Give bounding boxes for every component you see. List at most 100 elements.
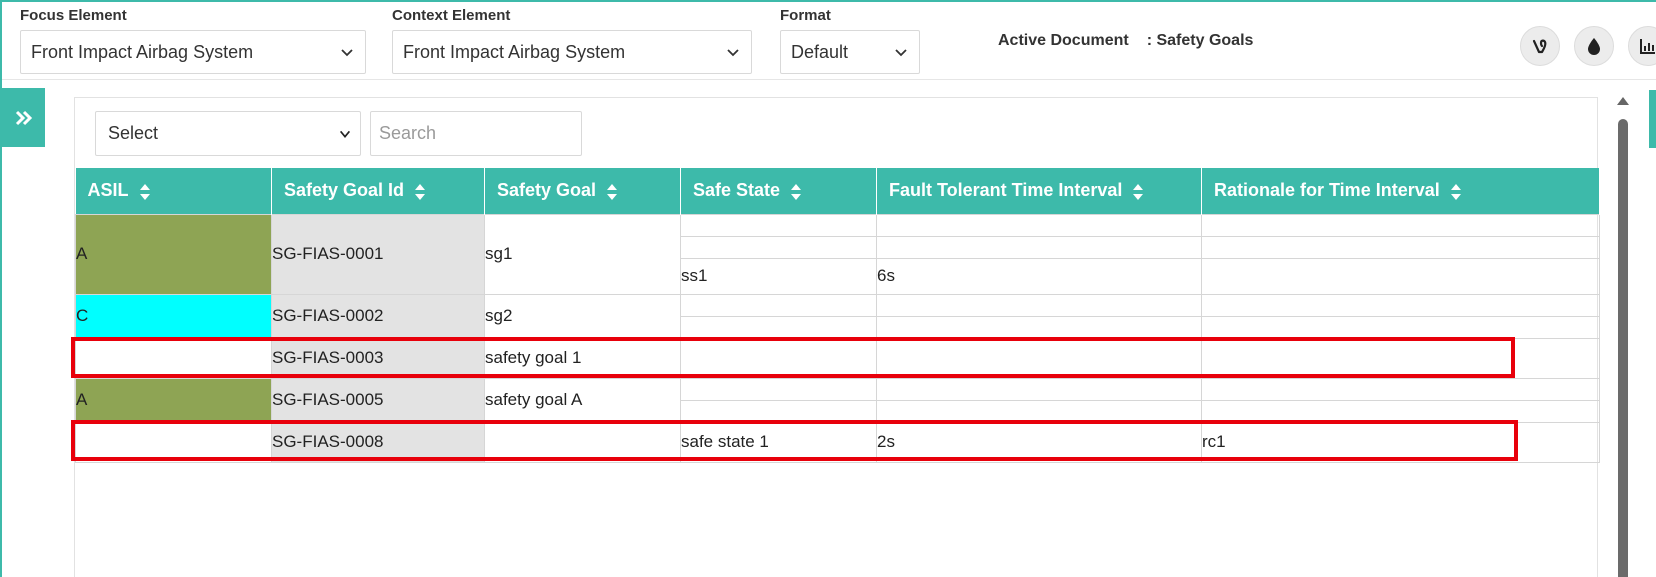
rationale-cell[interactable] bbox=[1201, 399, 1600, 423]
context-element-label: Context Element bbox=[392, 7, 511, 24]
safety-goal-cell[interactable]: safety goal 1 bbox=[484, 337, 681, 379]
bar-chart-icon bbox=[1640, 39, 1655, 54]
focus-element-field: Focus Element Front Impact Airbag System bbox=[20, 6, 366, 74]
active-document-label: Active Document bbox=[998, 32, 1129, 49]
asil-cell[interactable] bbox=[75, 421, 272, 463]
format-label: Format bbox=[780, 7, 831, 24]
safety-goal-id-cell[interactable]: SG-FIAS-0003 bbox=[271, 337, 485, 379]
format-select[interactable]: Default bbox=[780, 30, 920, 74]
ftti-cell[interactable] bbox=[876, 399, 1202, 423]
scroll-up-icon[interactable] bbox=[1617, 97, 1629, 105]
column-header-label: Safe State bbox=[693, 180, 781, 201]
sort-icon[interactable] bbox=[139, 183, 151, 201]
chevron-down-icon bbox=[339, 130, 351, 138]
table-row[interactable]: C SG-FIAS-0002 sg2 bbox=[75, 293, 1600, 339]
safety-goal-cell[interactable]: sg2 bbox=[484, 293, 681, 339]
vertical-scrollbar[interactable] bbox=[1616, 97, 1630, 577]
rationale-cell[interactable] bbox=[1201, 235, 1600, 259]
table-header-row: ASIL Safety Goal Id Safety Goal Safe State F… bbox=[75, 168, 1600, 214]
rationale-cell[interactable] bbox=[1201, 213, 1600, 237]
safe-state-cell[interactable] bbox=[680, 315, 877, 339]
rationale-cell[interactable] bbox=[1201, 337, 1600, 379]
safety-goal-id-cell[interactable]: SG-FIAS-0005 bbox=[271, 377, 485, 423]
rationale-cell[interactable] bbox=[1201, 257, 1600, 295]
asil-cell[interactable]: A bbox=[75, 213, 272, 295]
column-header[interactable]: Safety Goal bbox=[484, 168, 681, 214]
scroll-thumb[interactable] bbox=[1618, 119, 1628, 577]
safe-state-cell[interactable] bbox=[680, 337, 877, 379]
ftti-cell[interactable]: 2s bbox=[876, 421, 1202, 463]
rationale-cell[interactable] bbox=[1201, 315, 1600, 339]
column-header-label: ASIL bbox=[87, 180, 129, 201]
ftti-cell[interactable] bbox=[876, 235, 1202, 259]
asil-cell[interactable] bbox=[75, 337, 272, 379]
ftti-cell[interactable] bbox=[876, 337, 1202, 379]
format-value: Default bbox=[791, 41, 849, 62]
column-header[interactable]: Safe State bbox=[680, 168, 877, 214]
filter-select[interactable]: Select bbox=[95, 111, 361, 156]
safety-goal-cell[interactable]: sg1 bbox=[484, 213, 681, 295]
ftti-cell[interactable] bbox=[876, 377, 1202, 401]
sidebar-expand-button[interactable] bbox=[2, 88, 45, 147]
ftti-cell[interactable]: 6s bbox=[876, 257, 1202, 295]
safety-goal-id-cell[interactable]: SG-FIAS-0008 bbox=[271, 421, 485, 463]
safety-goal-id-cell[interactable]: SG-FIAS-0002 bbox=[271, 293, 485, 339]
table-row[interactable]: A SG-FIAS-0001 sg1 bbox=[75, 213, 1600, 295]
vine-button[interactable] bbox=[1520, 26, 1560, 66]
rationale-cell[interactable] bbox=[1201, 377, 1600, 401]
focus-element-label: Focus Element bbox=[20, 7, 127, 24]
column-header[interactable]: Fault Tolerant Time Interval bbox=[876, 168, 1202, 214]
safe-state-cell[interactable] bbox=[680, 377, 877, 401]
sort-icon[interactable] bbox=[606, 183, 618, 201]
rationale-cell[interactable] bbox=[1201, 293, 1600, 317]
safe-state-cell[interactable]: safe state 1 bbox=[680, 421, 877, 463]
safety-goal-cell[interactable]: safety goal A bbox=[484, 377, 681, 423]
column-header-label: Fault Tolerant Time Interval bbox=[889, 180, 1123, 201]
sort-icon[interactable] bbox=[1132, 183, 1144, 201]
column-header-label: Safety Goal bbox=[497, 180, 597, 201]
safety-goal-id-cell[interactable]: SG-FIAS-0001 bbox=[271, 213, 485, 295]
bar-chart-button[interactable] bbox=[1628, 26, 1656, 66]
sort-icon[interactable] bbox=[414, 183, 426, 201]
column-header-label: Rationale for Time Interval bbox=[1214, 180, 1440, 201]
page: Focus Element Front Impact Airbag System… bbox=[0, 0, 1656, 577]
safety-goals-panel: Select ASIL Safety Goal Id Safety Goal Safe… bbox=[71, 97, 1600, 577]
chevron-down-icon bbox=[341, 49, 353, 57]
focus-element-value: Front Impact Airbag System bbox=[31, 41, 254, 62]
table-row[interactable]: SG-FIAS-0008 safe state 1 2s rc1 bbox=[75, 421, 1600, 463]
safe-state-cell[interactable] bbox=[680, 399, 877, 423]
chevron-down-icon bbox=[895, 49, 907, 57]
column-header[interactable]: Rationale for Time Interval bbox=[1201, 168, 1600, 214]
safety-goal-cell[interactable] bbox=[484, 421, 681, 463]
ftti-cell[interactable] bbox=[876, 315, 1202, 339]
ftti-cell[interactable] bbox=[876, 213, 1202, 237]
droplet-icon bbox=[1588, 38, 1600, 55]
table-row[interactable]: A SG-FIAS-0005 safety goal A bbox=[75, 377, 1600, 423]
safe-state-cell[interactable] bbox=[680, 235, 877, 259]
search-input[interactable] bbox=[370, 111, 582, 156]
vine-icon bbox=[1532, 39, 1547, 54]
column-header-label: Safety Goal Id bbox=[284, 180, 405, 201]
ftti-cell[interactable] bbox=[876, 293, 1202, 317]
right-panel-toggle[interactable] bbox=[1649, 90, 1656, 148]
sort-icon[interactable] bbox=[790, 183, 802, 201]
context-element-select[interactable]: Front Impact Airbag System bbox=[392, 30, 752, 74]
chevron-down-icon bbox=[727, 49, 739, 57]
droplet-button[interactable] bbox=[1574, 26, 1614, 66]
asil-cell[interactable]: A bbox=[75, 377, 272, 423]
column-header[interactable]: Safety Goal Id bbox=[271, 168, 485, 214]
asil-cell[interactable]: C bbox=[75, 293, 272, 339]
filter-select-value: Select bbox=[108, 123, 159, 143]
safety-goals-table: ASIL Safety Goal Id Safety Goal Safe State F… bbox=[75, 168, 1600, 463]
column-header[interactable]: ASIL bbox=[75, 168, 272, 214]
safe-state-cell[interactable] bbox=[680, 293, 877, 317]
safe-state-cell[interactable] bbox=[680, 213, 877, 237]
format-field: Format Default bbox=[780, 6, 920, 74]
active-document: Active Document : Safety Goals bbox=[998, 32, 1253, 50]
focus-element-select[interactable]: Front Impact Airbag System bbox=[20, 30, 366, 74]
safe-state-cell[interactable]: ss1 bbox=[680, 257, 877, 295]
sort-icon[interactable] bbox=[1450, 183, 1462, 201]
table-row[interactable]: SG-FIAS-0003 safety goal 1 bbox=[75, 337, 1600, 379]
double-chevron-right-icon bbox=[15, 110, 32, 125]
rationale-cell[interactable]: rc1 bbox=[1201, 421, 1600, 463]
